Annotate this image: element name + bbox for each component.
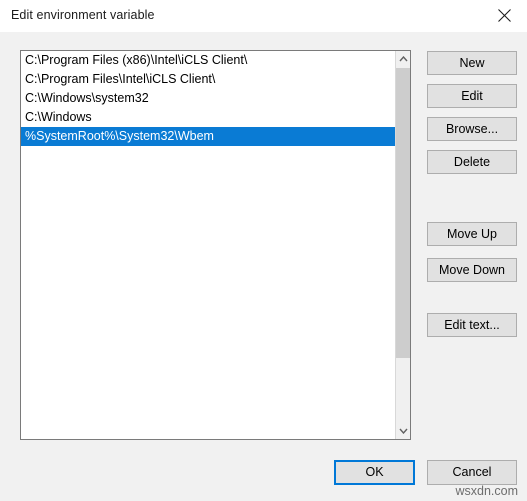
scroll-up-button[interactable] [396,51,410,67]
list-item[interactable]: C:\Windows [21,108,395,127]
delete-button[interactable]: Delete [427,150,517,174]
chevron-up-icon [398,56,408,62]
list-scrollbar[interactable] [395,51,410,439]
move-down-button[interactable]: Move Down [427,258,517,282]
window-title: Edit environment variable [11,8,155,22]
move-up-button[interactable]: Move Up [427,222,517,246]
list-item[interactable]: C:\Program Files\Intel\iCLS Client\ [21,70,395,89]
list-item[interactable]: C:\Program Files (x86)\Intel\iCLS Client… [21,51,395,70]
new-button[interactable]: New [427,51,517,75]
edit-button[interactable]: Edit [427,84,517,108]
list-item[interactable]: C:\Windows\system32 [21,89,395,108]
list-item-selected[interactable]: %SystemRoot%\System32\Wbem [21,127,395,146]
scrollbar-thumb[interactable] [396,68,410,358]
watermark: wsxdn.com [455,484,518,498]
title-bar: Edit environment variable [0,0,527,32]
close-icon [497,9,511,22]
chevron-down-icon [398,428,408,434]
scroll-down-button[interactable] [396,423,410,439]
dialog-body: C:\Program Files (x86)\Intel\iCLS Client… [0,32,527,501]
path-list-box[interactable]: C:\Program Files (x86)\Intel\iCLS Client… [20,50,411,440]
edit-text-button[interactable]: Edit text... [427,313,517,337]
browse-button[interactable]: Browse... [427,117,517,141]
edit-environment-variable-dialog: Edit environment variable C:\Program Fil… [0,0,527,501]
ok-button[interactable]: OK [334,460,415,485]
cancel-button[interactable]: Cancel [427,460,517,485]
path-list-items: C:\Program Files (x86)\Intel\iCLS Client… [21,51,395,439]
close-button[interactable] [481,0,527,31]
